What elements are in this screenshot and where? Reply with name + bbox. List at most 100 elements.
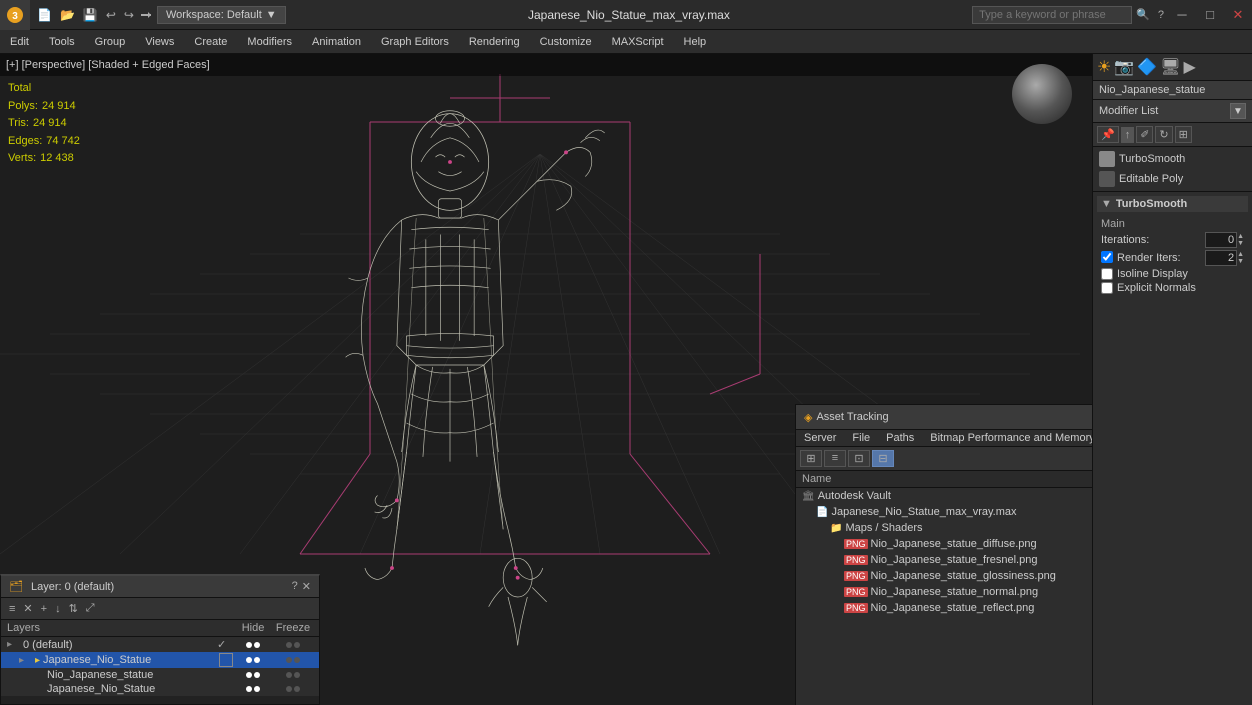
window-controls: ─ □ ✕ [1168,0,1252,30]
at-toolbar: ⊞ ≡ ⊡ ⊟ ? ⋯ [796,447,1092,471]
at-menu-file[interactable]: File [844,430,878,446]
menu-maxscript[interactable]: MAXScript [602,34,674,50]
mi-select-button[interactable]: ↑ [1121,127,1135,143]
isoline-row: Isoline Display [1101,268,1244,280]
menu-graph-editors[interactable]: Graph Editors [371,34,459,50]
at-tb-btn3[interactable]: ⊡ [848,450,870,467]
save-icon[interactable]: 💾 [80,6,101,24]
render-iters-checkbox[interactable] [1101,251,1113,263]
camera-icon[interactable]: 📷 [1114,57,1134,77]
at-tb-btn1[interactable]: ⊞ [800,450,822,467]
explicit-normals-checkbox[interactable] [1101,282,1113,294]
iterations-spinner[interactable]: ▲▼ [1237,233,1244,247]
motion-icon[interactable]: ▶ [1184,57,1196,77]
quick-access-toolbar: 📄 📂 💾 ↩ ↪ [30,6,157,24]
image-icon: PNG [844,555,868,565]
layers-tb-add[interactable]: + [39,602,49,616]
menu-group[interactable]: Group [85,34,136,50]
new-icon[interactable]: 📄 [34,6,55,24]
at-tree-row[interactable]: 🏛 Autodesk Vault Logged O [796,488,1092,504]
open-icon[interactable]: 📂 [57,6,78,24]
at-tb-btn2[interactable]: ≡ [824,450,846,467]
viewport-area[interactable]: [+] [Perspective] [Shaded + Edged Faces]… [0,54,1092,705]
section-collapse-icon: ▼ [1101,198,1112,210]
redo-icon[interactable]: ↪ [121,6,137,24]
search-input[interactable] [972,6,1132,24]
edges-value: 74 742 [46,133,80,151]
navigation-ball[interactable] [1012,64,1072,124]
layers-scrollbar[interactable] [1,696,319,704]
at-tree-row[interactable]: PNG Nio_Japanese_statue_reflect.png Foun… [796,600,1092,616]
layers-tb-expand[interactable]: ⤢ [84,601,97,616]
at-tree: 🏛 Autodesk Vault Logged O 📄 Japanese_Nio… [796,488,1092,705]
layer-row[interactable]: Japanese_Nio_Statue [1,682,319,696]
asset-tracking-icon: ◈ [804,411,812,424]
at-tree-row[interactable]: PNG Nio_Japanese_statue_normal.png Found [796,584,1092,600]
display-icon[interactable]: 🖥 [1160,57,1180,77]
layers-tb-sort[interactable]: ⇅ [67,601,80,616]
render-iters-checkbox-wrap [1101,251,1113,263]
turbosmooth-icon [1099,151,1115,167]
minimize-button[interactable]: ─ [1168,0,1196,30]
menu-animation[interactable]: Animation [302,34,371,50]
close-button[interactable]: ✕ [1224,0,1252,30]
render-iters-label: Render Iters: [1117,252,1205,264]
maximize-button[interactable]: □ [1196,0,1224,30]
window-title: Japanese_Nio_Statue_max_vray.max [286,8,973,22]
chevron-down-icon: ▼ [266,9,277,21]
at-menu-bitmap[interactable]: Bitmap Performance and Memory [922,430,1092,446]
search-icon[interactable]: 🔍 [1132,8,1154,21]
render-iters-input[interactable] [1205,250,1237,266]
menu-edit[interactable]: Edit [0,34,39,50]
menu-tools[interactable]: Tools [39,34,85,50]
isoline-checkbox[interactable] [1101,268,1113,280]
at-tree-row[interactable]: PNG Nio_Japanese_statue_diffuse.png Foun… [796,536,1092,552]
viewport-header: [+] [Perspective] [Shaded + Edged Faces] [0,54,1092,76]
turbosmooth-section-header[interactable]: ▼ TurboSmooth [1097,196,1248,212]
geometry-icon[interactable]: 🔷 [1137,57,1157,77]
mi-grid-button[interactable]: ⊞ [1175,126,1192,143]
menu-create[interactable]: Create [184,34,237,50]
modifier-turbosmooth[interactable]: TurboSmooth [1095,149,1250,169]
modifier-editable-poly[interactable]: Editable Poly [1095,169,1250,189]
iterations-input[interactable] [1205,232,1237,248]
modifier-list-dropdown[interactable]: ▼ [1230,103,1246,119]
at-tb-btn4[interactable]: ⊟ [872,450,894,467]
at-row-label: Nio_Japanese_statue_fresnel.png [871,554,1092,566]
editable-poly-icon [1099,171,1115,187]
titlebar: 3 📄 📂 💾 ↩ ↪ Workspace: Default ▼ Japanes… [0,0,1252,30]
workspace-button[interactable]: Workspace: Default ▼ [157,6,286,24]
at-tree-row[interactable]: PNG Nio_Japanese_statue_fresnel.png Foun… [796,552,1092,568]
layers-tb-menu[interactable]: ≡ [7,602,17,616]
mi-move-button[interactable]: ✐ [1136,126,1153,143]
explicit-normals-row: Explicit Normals [1101,282,1244,294]
render-iters-spinner[interactable]: ▲▼ [1237,251,1244,265]
menu-customize[interactable]: Customize [530,34,602,50]
right-panel-top-icons: ☀ 📷 🔷 🖥 ▶ [1093,54,1252,81]
viewport-stats: Total Polys: 24 914 Tris: 24 914 Edges: … [8,80,80,168]
menu-help[interactable]: Help [674,34,717,50]
menu-views[interactable]: Views [135,34,184,50]
help-icon[interactable]: ? [1154,9,1168,21]
menu-modifiers[interactable]: Modifiers [237,34,302,50]
at-menu-paths[interactable]: Paths [878,430,922,446]
at-row-label: Nio_Japanese_statue_normal.png [871,586,1092,598]
svg-text:3: 3 [12,11,18,22]
layers-tb-down[interactable]: ↓ [53,602,63,616]
at-row-label: Nio_Japanese_statue_glossiness.png [871,570,1092,582]
mi-pin-button[interactable]: 📌 [1097,126,1119,143]
at-tree-row[interactable]: 📄 Japanese_Nio_Statue_max_vray.max Netwo… [796,504,1092,520]
at-row-label: Autodesk Vault [818,490,1092,502]
at-tree-row[interactable]: PNG Nio_Japanese_statue_glossiness.png F… [796,568,1092,584]
render-iters-row: Render Iters: ▲▼ [1101,250,1244,266]
at-menu-server[interactable]: Server [796,430,844,446]
tris-value: 24 914 [33,115,67,133]
at-tree-row[interactable]: 📁 Maps / Shaders [796,520,1092,536]
layers-tb-delete[interactable]: ✕ [21,601,34,616]
mi-rotate-button[interactable]: ↻ [1155,126,1172,143]
at-row-label: Nio_Japanese_statue_diffuse.png [871,538,1092,550]
layer-selected-icon: ▸ [35,655,40,666]
modifier-list-header: Modifier List ▼ [1093,100,1252,123]
menu-rendering[interactable]: Rendering [459,34,530,50]
undo-icon[interactable]: ↩ [103,6,119,24]
